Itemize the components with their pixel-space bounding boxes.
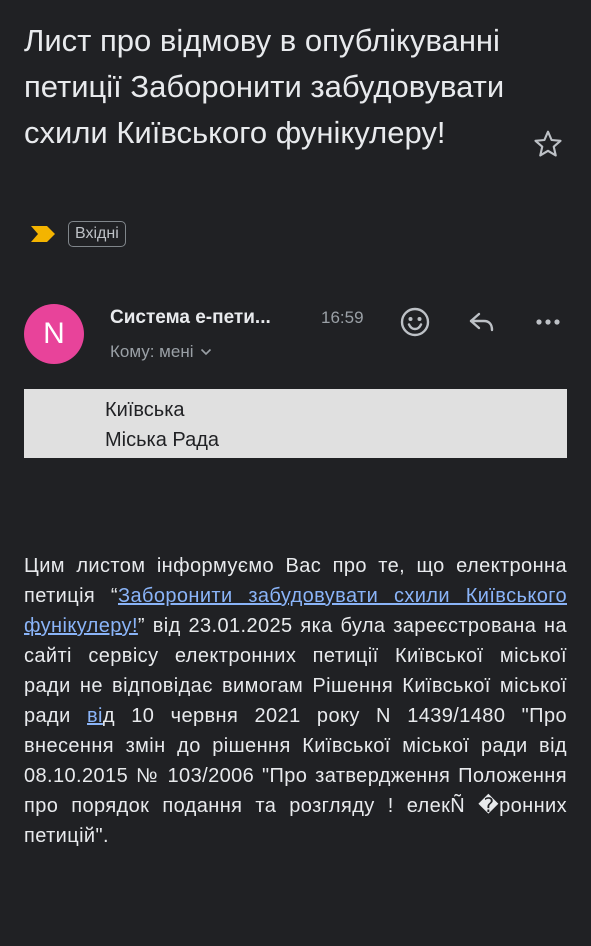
star-outline-icon[interactable] (532, 128, 564, 160)
email-header-banner: Київська Міська Рада (24, 389, 567, 458)
sender-avatar[interactable]: N (24, 304, 84, 364)
emoji-reaction-button[interactable] (397, 304, 433, 340)
important-marker-icon[interactable] (30, 224, 56, 244)
decision-link[interactable]: ві (87, 705, 103, 727)
inbox-label-chip[interactable]: Вхідні (68, 221, 126, 247)
email-body: Цим листом інформуємо Вас про те, що еле… (24, 551, 567, 851)
emoji-reaction-icon (400, 307, 430, 337)
reply-button[interactable] (464, 304, 500, 340)
reply-icon (469, 312, 494, 332)
more-options-button[interactable] (530, 304, 566, 340)
label-row: Вхідні (30, 220, 126, 248)
recipient-label: Кому: мені (110, 342, 194, 361)
body-text-part-3: д 10 червня 2021 року N 1439/1480 "Про в… (24, 705, 567, 847)
email-subject: Лист про відмову в опублікуванні петиції… (24, 23, 505, 150)
chevron-down-icon (200, 348, 211, 356)
email-time: 16:59 (321, 308, 364, 327)
banner-line-1: Київська (105, 399, 185, 421)
banner-line-2: Міська Рада (105, 429, 219, 451)
recipient-details-toggle[interactable]: Кому: мені (110, 342, 212, 362)
more-horizontal-icon (536, 319, 560, 325)
sender-name[interactable]: Система е-пети... (110, 307, 271, 329)
